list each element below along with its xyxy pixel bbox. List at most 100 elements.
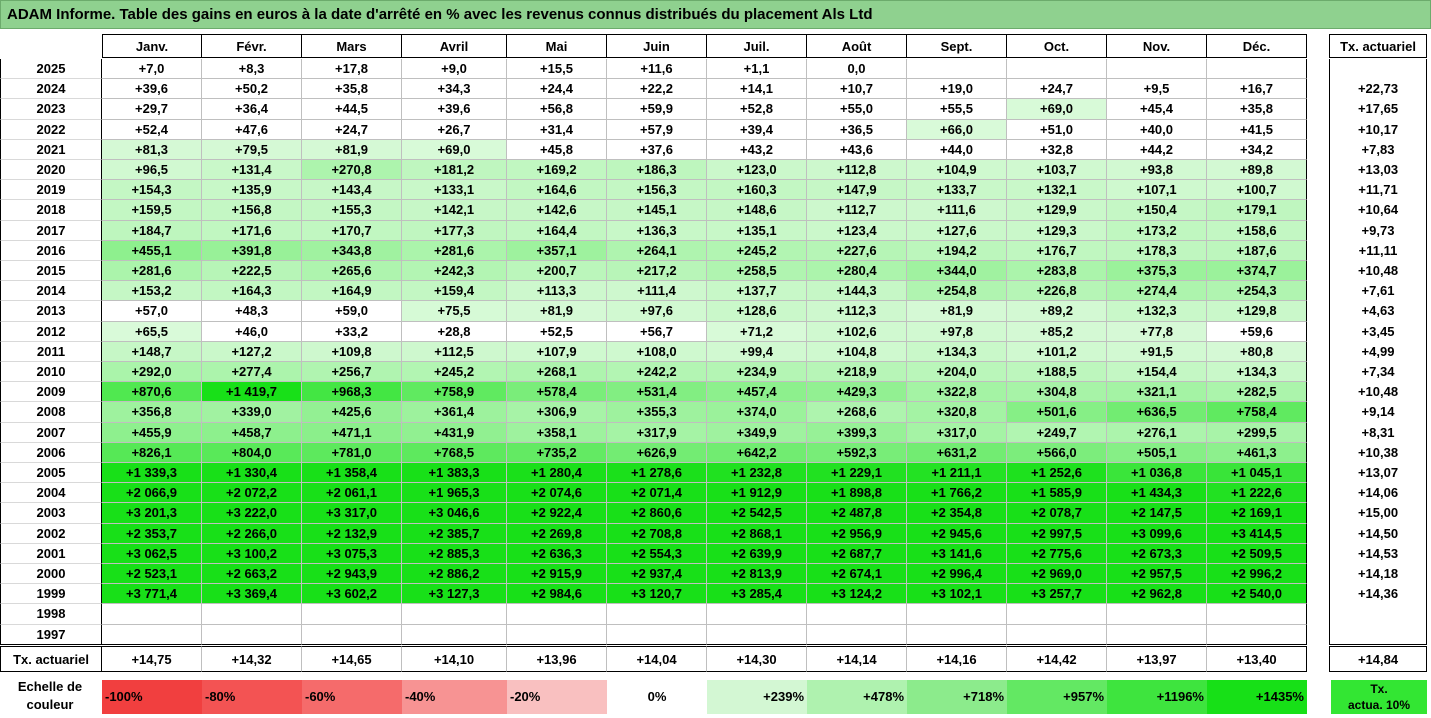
gain-cell: +178,3 (1107, 240, 1207, 261)
gain-cell: +10,7 (807, 79, 907, 100)
gain-cell: +3 257,7 (1007, 584, 1107, 605)
gain-cell: +2 996,2 (1207, 564, 1307, 585)
gain-cell: +227,6 (807, 240, 907, 261)
gain-cell: +2 674,1 (807, 564, 907, 585)
gain-cell: +59,9 (607, 99, 707, 120)
year-label: 2013 (0, 301, 102, 322)
gain-cell: +3 222,0 (202, 503, 302, 524)
gain-cell: +111,6 (907, 200, 1007, 221)
gain-cell: +65,5 (102, 321, 202, 342)
year-label: 2014 (0, 281, 102, 302)
gain-cell: +283,8 (1007, 261, 1107, 282)
gain-cell: +3 369,4 (202, 584, 302, 605)
color-scale-swatch: -20% (507, 680, 607, 714)
gain-cell: +306,9 (507, 402, 607, 423)
gain-cell: +429,3 (807, 382, 907, 403)
gain-cell: +81,9 (302, 139, 402, 160)
gain-cell: +19,0 (907, 79, 1007, 100)
gain-cell: +123,0 (707, 160, 807, 181)
gain-cell: +97,8 (907, 321, 1007, 342)
gain-cell: +304,8 (1007, 382, 1107, 403)
gain-cell: +71,2 (707, 321, 807, 342)
gain-cell: +1,1 (707, 59, 807, 80)
gain-cell: +282,5 (1207, 382, 1307, 403)
month-header: Oct. (1007, 34, 1107, 58)
gain-cell: +1 434,3 (1107, 483, 1207, 504)
gain-cell: +281,6 (102, 261, 202, 282)
gain-cell: +93,8 (1107, 160, 1207, 181)
gain-cell: +361,4 (402, 402, 507, 423)
gain-cell: +768,5 (402, 442, 507, 463)
gain-cell: +357,1 (507, 240, 607, 261)
gain-cell: +3 120,7 (607, 584, 707, 605)
summary-label: Tx. actuariel (0, 646, 102, 672)
gain-cell: +142,6 (507, 200, 607, 221)
year-label: 2004 (0, 483, 102, 504)
tx-actuariel-cell: +9,73 (1329, 220, 1427, 241)
gain-cell: +375,3 (1107, 261, 1207, 282)
gain-cell: +1 222,6 (1207, 483, 1307, 504)
gain-cell: +258,5 (707, 261, 807, 282)
gain-cell: +135,9 (202, 180, 302, 201)
gain-cell (607, 624, 707, 645)
tx-actuariel-cell: +10,48 (1329, 261, 1427, 282)
gain-cell: +184,7 (102, 220, 202, 241)
gain-cell: +176,7 (1007, 240, 1107, 261)
gain-cell: +254,8 (907, 281, 1007, 302)
tx-actuariel-cell (1329, 624, 1427, 645)
gain-cell: +268,6 (807, 402, 907, 423)
gain-cell: +104,8 (807, 341, 907, 362)
gain-cell: +44,2 (1107, 139, 1207, 160)
gain-cell: +2 071,4 (607, 483, 707, 504)
gain-cell: +127,6 (907, 220, 1007, 241)
gain-cell: +2 885,3 (402, 543, 507, 564)
gain-cell: +103,7 (1007, 160, 1107, 181)
gain-cell: +578,4 (507, 382, 607, 403)
color-scale-label: Echelle de couleur (17, 679, 83, 712)
tx-actuariel-cell: +13,03 (1329, 160, 1427, 181)
gain-cell: +31,4 (507, 119, 607, 140)
gain-cell: +28,8 (402, 321, 507, 342)
gain-cell: +321,1 (1107, 382, 1207, 403)
gain-cell: +41,5 (1207, 119, 1307, 140)
gain-cell: +2 922,4 (507, 503, 607, 524)
gain-cell: +52,5 (507, 321, 607, 342)
gain-cell: +173,2 (1107, 220, 1207, 241)
color-scale-swatch: +239% (707, 680, 807, 714)
gain-cell: +101,2 (1007, 341, 1107, 362)
gain-cell: +299,5 (1207, 422, 1307, 443)
year-label: 2016 (0, 240, 102, 261)
gain-cell: +281,6 (402, 240, 507, 261)
gain-cell: +245,2 (402, 362, 507, 383)
year-label: 2022 (0, 119, 102, 140)
gain-cell: +89,8 (1207, 160, 1307, 181)
year-label: 2019 (0, 180, 102, 201)
gain-cell: +46,0 (202, 321, 302, 342)
month-header: Déc. (1207, 34, 1307, 58)
gain-cell: +2 945,6 (907, 523, 1007, 544)
gain-cell (1007, 604, 1107, 625)
gain-cell: +968,3 (302, 382, 402, 403)
gain-cell: +2 984,6 (507, 584, 607, 605)
year-label: 2005 (0, 463, 102, 484)
gain-cell: +153,2 (102, 281, 202, 302)
gain-cell: +461,3 (1207, 442, 1307, 463)
gain-cell: +158,6 (1207, 220, 1307, 241)
tx-actuariel-cell: +4,63 (1329, 301, 1427, 322)
tx-actuariel-cell: +11,71 (1329, 180, 1427, 201)
gain-cell: +51,0 (1007, 119, 1107, 140)
gain-cell: +2 860,6 (607, 503, 707, 524)
gain-cell: +57,0 (102, 301, 202, 322)
gain-cell: +137,7 (707, 281, 807, 302)
gain-cell: +112,7 (807, 200, 907, 221)
gain-cell: +2 663,2 (202, 564, 302, 585)
gain-cell: +2 554,3 (607, 543, 707, 564)
gain-cell: +14,1 (707, 79, 807, 100)
year-label: 2021 (0, 139, 102, 160)
gain-cell: +188,5 (1007, 362, 1107, 383)
gain-cell: +50,2 (202, 79, 302, 100)
gain-cell: +355,3 (607, 402, 707, 423)
gain-cell: +2 997,5 (1007, 523, 1107, 544)
color-scale-swatch: +1196% (1107, 680, 1207, 714)
gain-cell: +2 775,6 (1007, 543, 1107, 564)
